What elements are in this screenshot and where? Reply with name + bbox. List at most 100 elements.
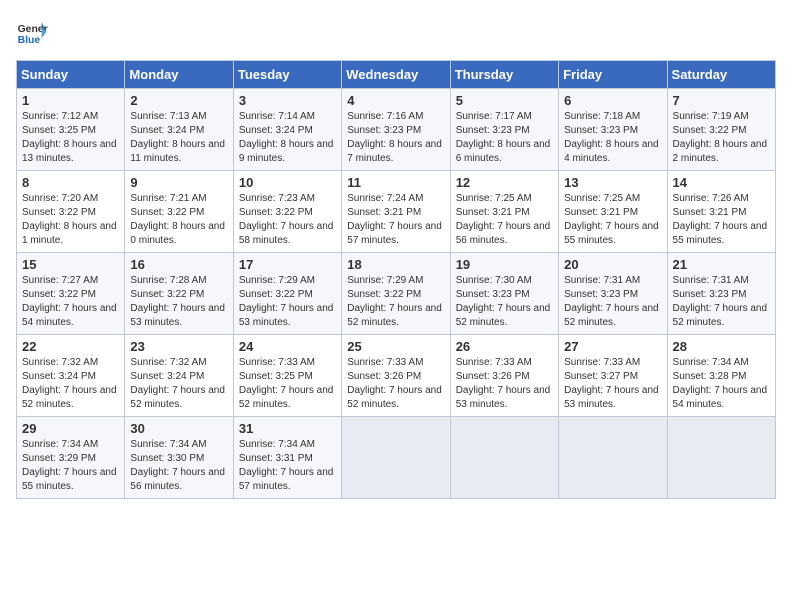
day-number: 26	[456, 339, 553, 354]
calendar-day-cell: 7 Sunrise: 7:19 AM Sunset: 3:22 PM Dayli…	[667, 89, 775, 171]
calendar-day-cell: 15 Sunrise: 7:27 AM Sunset: 3:22 PM Dayl…	[17, 253, 125, 335]
daylight-hours: Daylight: 7 hours and 52 minutes.	[673, 303, 768, 328]
calendar-day-cell: 12 Sunrise: 7:25 AM Sunset: 3:21 PM Dayl…	[450, 171, 558, 253]
calendar-week-row: 29 Sunrise: 7:34 AM Sunset: 3:29 PM Dayl…	[17, 417, 776, 499]
calendar-day-cell: 19 Sunrise: 7:30 AM Sunset: 3:23 PM Dayl…	[450, 253, 558, 335]
sunrise-time: Sunrise: 7:34 AM	[130, 439, 206, 450]
day-info: Sunrise: 7:34 AM Sunset: 3:31 PM Dayligh…	[239, 438, 336, 494]
daylight-hours: Daylight: 7 hours and 58 minutes.	[239, 221, 334, 246]
sunset-time: Sunset: 3:22 PM	[347, 289, 421, 300]
daylight-hours: Daylight: 8 hours and 0 minutes.	[130, 221, 225, 246]
day-info: Sunrise: 7:18 AM Sunset: 3:23 PM Dayligh…	[564, 110, 661, 166]
day-info: Sunrise: 7:16 AM Sunset: 3:23 PM Dayligh…	[347, 110, 444, 166]
sunset-time: Sunset: 3:22 PM	[130, 289, 204, 300]
day-info: Sunrise: 7:34 AM Sunset: 3:28 PM Dayligh…	[673, 356, 770, 412]
calendar-day-cell: 24 Sunrise: 7:33 AM Sunset: 3:25 PM Dayl…	[233, 335, 341, 417]
day-number: 13	[564, 175, 661, 190]
daylight-hours: Daylight: 7 hours and 52 minutes.	[239, 385, 334, 410]
day-info: Sunrise: 7:32 AM Sunset: 3:24 PM Dayligh…	[130, 356, 227, 412]
sunrise-time: Sunrise: 7:25 AM	[564, 193, 640, 204]
sunset-time: Sunset: 3:27 PM	[564, 371, 638, 382]
daylight-hours: Daylight: 7 hours and 53 minutes.	[239, 303, 334, 328]
calendar-day-cell: 26 Sunrise: 7:33 AM Sunset: 3:26 PM Dayl…	[450, 335, 558, 417]
calendar-day-cell: 21 Sunrise: 7:31 AM Sunset: 3:23 PM Dayl…	[667, 253, 775, 335]
daylight-hours: Daylight: 7 hours and 52 minutes.	[347, 303, 442, 328]
day-info: Sunrise: 7:25 AM Sunset: 3:21 PM Dayligh…	[456, 192, 553, 248]
day-number: 17	[239, 257, 336, 272]
day-info: Sunrise: 7:20 AM Sunset: 3:22 PM Dayligh…	[22, 192, 119, 248]
page-header: General Blue	[16, 16, 776, 48]
calendar-day-cell: 14 Sunrise: 7:26 AM Sunset: 3:21 PM Dayl…	[667, 171, 775, 253]
day-number: 10	[239, 175, 336, 190]
calendar-day-cell: 2 Sunrise: 7:13 AM Sunset: 3:24 PM Dayli…	[125, 89, 233, 171]
sunrise-time: Sunrise: 7:31 AM	[673, 275, 749, 286]
sunrise-time: Sunrise: 7:32 AM	[130, 357, 206, 368]
sunset-time: Sunset: 3:21 PM	[347, 207, 421, 218]
calendar-day-cell: 9 Sunrise: 7:21 AM Sunset: 3:22 PM Dayli…	[125, 171, 233, 253]
day-info: Sunrise: 7:17 AM Sunset: 3:23 PM Dayligh…	[456, 110, 553, 166]
sunrise-time: Sunrise: 7:12 AM	[22, 111, 98, 122]
day-number: 25	[347, 339, 444, 354]
daylight-hours: Daylight: 7 hours and 53 minutes.	[564, 385, 659, 410]
sunrise-time: Sunrise: 7:21 AM	[130, 193, 206, 204]
sunrise-time: Sunrise: 7:32 AM	[22, 357, 98, 368]
sunrise-time: Sunrise: 7:33 AM	[456, 357, 532, 368]
calendar-day-cell	[342, 417, 450, 499]
calendar-day-cell: 20 Sunrise: 7:31 AM Sunset: 3:23 PM Dayl…	[559, 253, 667, 335]
day-number: 12	[456, 175, 553, 190]
sunset-time: Sunset: 3:30 PM	[130, 453, 204, 464]
day-info: Sunrise: 7:34 AM Sunset: 3:30 PM Dayligh…	[130, 438, 227, 494]
daylight-hours: Daylight: 8 hours and 1 minute.	[22, 221, 117, 246]
svg-text:Blue: Blue	[18, 35, 41, 46]
sunrise-time: Sunrise: 7:13 AM	[130, 111, 206, 122]
day-info: Sunrise: 7:26 AM Sunset: 3:21 PM Dayligh…	[673, 192, 770, 248]
calendar-day-cell: 30 Sunrise: 7:34 AM Sunset: 3:30 PM Dayl…	[125, 417, 233, 499]
day-number: 18	[347, 257, 444, 272]
day-info: Sunrise: 7:14 AM Sunset: 3:24 PM Dayligh…	[239, 110, 336, 166]
day-number: 15	[22, 257, 119, 272]
sunset-time: Sunset: 3:26 PM	[456, 371, 530, 382]
sunrise-time: Sunrise: 7:33 AM	[347, 357, 423, 368]
daylight-hours: Daylight: 7 hours and 52 minutes.	[564, 303, 659, 328]
sunset-time: Sunset: 3:29 PM	[22, 453, 96, 464]
sunrise-time: Sunrise: 7:20 AM	[22, 193, 98, 204]
day-info: Sunrise: 7:29 AM Sunset: 3:22 PM Dayligh…	[239, 274, 336, 330]
sunrise-time: Sunrise: 7:34 AM	[239, 439, 315, 450]
sunrise-time: Sunrise: 7:34 AM	[673, 357, 749, 368]
day-number: 2	[130, 93, 227, 108]
daylight-hours: Daylight: 7 hours and 53 minutes.	[130, 303, 225, 328]
sunset-time: Sunset: 3:23 PM	[673, 289, 747, 300]
day-number: 29	[22, 421, 119, 436]
day-number: 7	[673, 93, 770, 108]
sunrise-time: Sunrise: 7:24 AM	[347, 193, 423, 204]
calendar-day-cell: 23 Sunrise: 7:32 AM Sunset: 3:24 PM Dayl…	[125, 335, 233, 417]
calendar-day-cell: 17 Sunrise: 7:29 AM Sunset: 3:22 PM Dayl…	[233, 253, 341, 335]
day-info: Sunrise: 7:13 AM Sunset: 3:24 PM Dayligh…	[130, 110, 227, 166]
calendar-day-cell: 25 Sunrise: 7:33 AM Sunset: 3:26 PM Dayl…	[342, 335, 450, 417]
daylight-hours: Daylight: 8 hours and 9 minutes.	[239, 139, 334, 164]
day-number: 19	[456, 257, 553, 272]
sunset-time: Sunset: 3:22 PM	[22, 207, 96, 218]
day-info: Sunrise: 7:33 AM Sunset: 3:25 PM Dayligh…	[239, 356, 336, 412]
day-info: Sunrise: 7:24 AM Sunset: 3:21 PM Dayligh…	[347, 192, 444, 248]
calendar-day-cell: 10 Sunrise: 7:23 AM Sunset: 3:22 PM Dayl…	[233, 171, 341, 253]
day-info: Sunrise: 7:31 AM Sunset: 3:23 PM Dayligh…	[564, 274, 661, 330]
day-info: Sunrise: 7:12 AM Sunset: 3:25 PM Dayligh…	[22, 110, 119, 166]
daylight-hours: Daylight: 7 hours and 54 minutes.	[22, 303, 117, 328]
sunset-time: Sunset: 3:22 PM	[239, 289, 313, 300]
calendar-day-cell	[450, 417, 558, 499]
sunset-time: Sunset: 3:31 PM	[239, 453, 313, 464]
daylight-hours: Daylight: 8 hours and 2 minutes.	[673, 139, 768, 164]
days-of-week-row: SundayMondayTuesdayWednesdayThursdayFrid…	[17, 61, 776, 89]
sunrise-time: Sunrise: 7:17 AM	[456, 111, 532, 122]
day-info: Sunrise: 7:21 AM Sunset: 3:22 PM Dayligh…	[130, 192, 227, 248]
sunset-time: Sunset: 3:24 PM	[130, 125, 204, 136]
calendar-day-cell: 5 Sunrise: 7:17 AM Sunset: 3:23 PM Dayli…	[450, 89, 558, 171]
calendar-table: SundayMondayTuesdayWednesdayThursdayFrid…	[16, 60, 776, 499]
sunset-time: Sunset: 3:23 PM	[456, 289, 530, 300]
calendar-day-cell: 27 Sunrise: 7:33 AM Sunset: 3:27 PM Dayl…	[559, 335, 667, 417]
daylight-hours: Daylight: 7 hours and 55 minutes.	[673, 221, 768, 246]
calendar-day-cell: 18 Sunrise: 7:29 AM Sunset: 3:22 PM Dayl…	[342, 253, 450, 335]
day-info: Sunrise: 7:25 AM Sunset: 3:21 PM Dayligh…	[564, 192, 661, 248]
day-info: Sunrise: 7:33 AM Sunset: 3:26 PM Dayligh…	[347, 356, 444, 412]
